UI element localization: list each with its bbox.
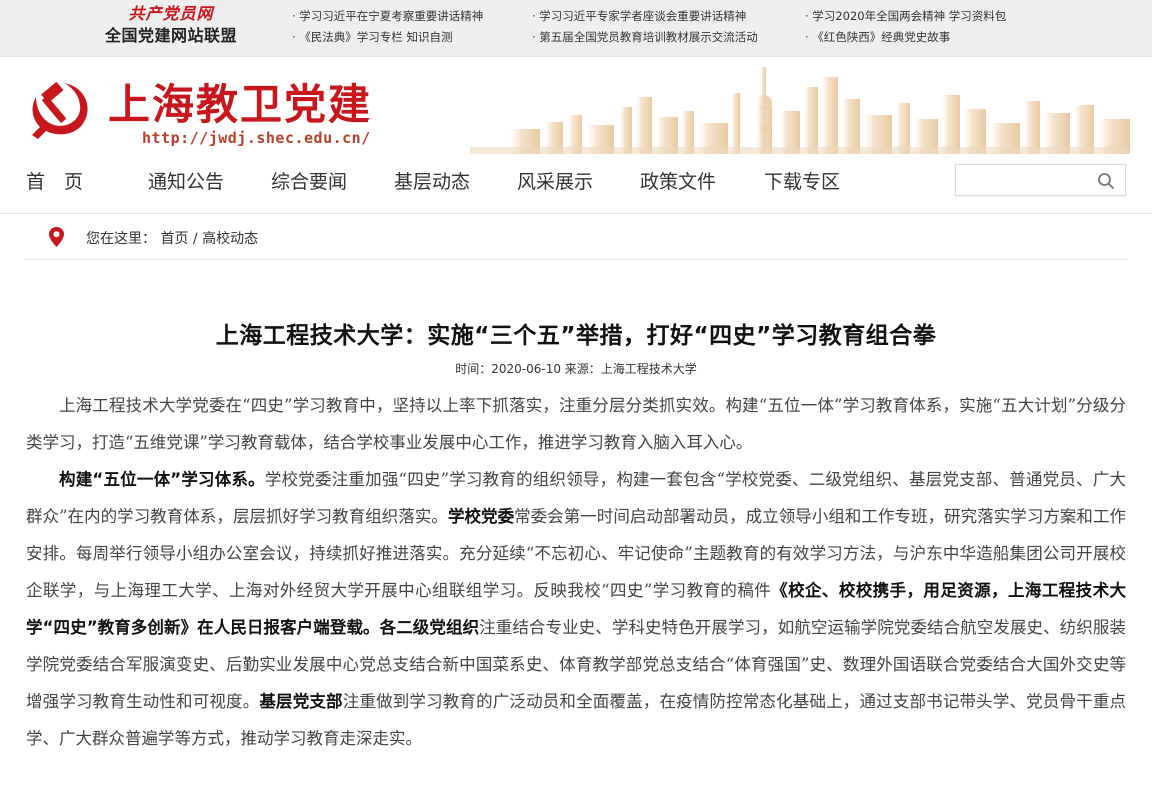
article-title: 上海工程技术大学：实施“三个五”举措，打好“四史”学习教育组合拳 xyxy=(215,323,937,349)
location-pin-icon xyxy=(49,227,64,247)
search-input[interactable] xyxy=(964,166,1094,194)
nav-showcase[interactable]: 风采展示 xyxy=(517,168,593,196)
site-title[interactable]: 上海教卫党建 xyxy=(108,82,372,128)
alliance-logo[interactable]: 共产党员网 全国党建网站联盟 xyxy=(96,4,246,48)
top-link[interactable]: · 《民法典》学习专栏 知识自测 xyxy=(292,29,532,46)
top-link[interactable]: · 学习习近平在宁夏考察重要讲话精神 xyxy=(292,8,532,25)
alliance-name: 全国党建网站联盟 xyxy=(104,26,237,45)
breadcrumb-separator: / xyxy=(188,231,203,247)
article-body: 上海工程技术大学党委在“四史”学习教育中，坚持以上率下抓落实，注重分层分类抓实效… xyxy=(26,387,1126,757)
top-link[interactable]: · 学习习近平专家学者座谈会重要讲话精神 xyxy=(532,8,805,25)
nav-news[interactable]: 综合要闻 xyxy=(271,168,347,196)
bold-text: 各二级党组织 xyxy=(379,618,480,637)
top-link[interactable]: · 学习2020年全国两会精神 学习资料包 xyxy=(805,8,1105,25)
breadcrumb-prefix: 您在这里： xyxy=(86,231,156,247)
alliance-logo-script: 共产党员网 xyxy=(128,4,214,23)
nav-home[interactable]: 首 页 xyxy=(26,168,83,196)
search-box xyxy=(955,164,1126,196)
search-icon[interactable] xyxy=(1097,172,1115,190)
nav-policy[interactable]: 政策文件 xyxy=(640,168,716,196)
breadcrumb-bar: 您在这里： 首页 / 高校动态 xyxy=(0,214,1152,260)
main-nav: 首 页 通知公告 综合要闻 基层动态 风采展示 政策文件 下载专区 xyxy=(0,154,1152,214)
site-url: http://jwdj.shec.edu.cn/ xyxy=(142,129,371,147)
bold-heading: 构建“五位一体”学习体系。 xyxy=(59,470,265,489)
nav-grassroots[interactable]: 基层动态 xyxy=(394,168,470,196)
top-link[interactable]: · 《红色陕西》经典党史故事 xyxy=(805,29,1105,46)
article-paragraph: 上海工程技术大学党委在“四史”学习教育中，坚持以上率下抓落实，注重分层分类抓实效… xyxy=(26,396,1126,452)
article-paragraph: 构建“五位一体”学习体系。学校党委注重加强“四史”学习教育的组织领导，构建一套包… xyxy=(26,461,1126,757)
nav-notices[interactable]: 通知公告 xyxy=(148,168,224,196)
alliance-bar: 共产党员网 全国党建网站联盟 · 学习习近平在宁夏考察重要讲话精神 · 学习习近… xyxy=(0,0,1152,57)
bold-text: 基层党支部 xyxy=(259,692,343,711)
breadcrumb-home[interactable]: 首页 xyxy=(160,231,188,247)
site-header: 上海教卫党建 http://jwdj.shec.edu.cn/ xyxy=(0,57,1152,154)
bold-text: 学校党委 xyxy=(447,507,515,526)
divider xyxy=(25,259,1127,260)
breadcrumb: 您在这里： 首页 / 高校动态 xyxy=(86,228,258,248)
city-skyline-illustration xyxy=(470,67,1130,154)
top-links: · 学习习近平在宁夏考察重要讲话精神 · 学习习近平专家学者座谈会重要讲话精神 … xyxy=(292,8,1112,46)
top-link[interactable]: · 第五届全国党员教育培训教材展示交流活动 xyxy=(532,29,805,46)
nav-downloads[interactable]: 下载专区 xyxy=(764,168,840,196)
breadcrumb-current[interactable]: 高校动态 xyxy=(202,231,258,247)
article-meta: 时间：2020-06-10 来源：上海工程技术大学 xyxy=(455,362,697,376)
party-emblem-icon[interactable] xyxy=(24,79,96,141)
